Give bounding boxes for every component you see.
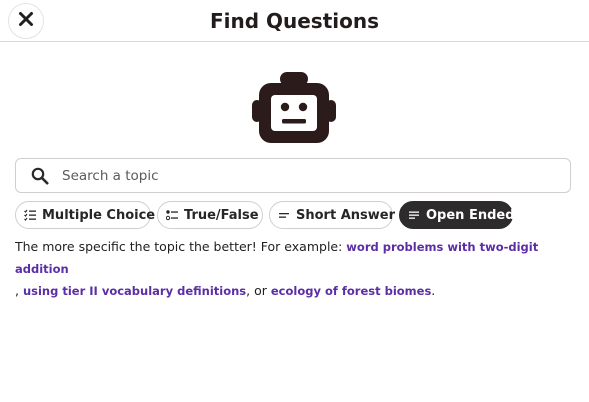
short-answer-chip[interactable]: Short Answer (269, 201, 395, 229)
chip-label: Multiple Choice (42, 207, 156, 223)
paragraph-lines-icon (408, 209, 420, 221)
hint-intro: The more specific the topic the better! … (15, 239, 347, 254)
toggle-list-icon (166, 209, 178, 221)
open-ended-chip[interactable]: Open Ended (399, 201, 515, 229)
multiple-choice-chip[interactable]: Multiple Choice (15, 201, 155, 229)
robot-icon (252, 72, 336, 144)
chip-label: Open Ended (426, 207, 515, 223)
search-icon (30, 166, 50, 186)
hint-separator: , or (246, 283, 271, 298)
topic-hint: The more specific the topic the better! … (15, 236, 577, 302)
chip-label: Short Answer (296, 207, 395, 223)
search-input[interactable] (60, 159, 570, 192)
chip-label: True/False (184, 207, 259, 223)
header: Find Questions (0, 0, 589, 42)
checklist-icon (24, 209, 36, 221)
true-false-chip[interactable]: True/False (157, 201, 263, 229)
page-title: Find Questions (209, 9, 380, 33)
short-lines-icon (278, 209, 290, 221)
example-link-vocabulary[interactable]: using tier II vocabulary definitions (23, 284, 246, 298)
hint-end: . (431, 283, 436, 298)
find-questions-dialog: Find Questions Search a topic Multiple C… (0, 0, 589, 402)
example-link-ecology[interactable]: ecology of forest biomes (271, 284, 431, 298)
hint-separator: , (15, 283, 23, 298)
search-box[interactable] (15, 158, 571, 193)
